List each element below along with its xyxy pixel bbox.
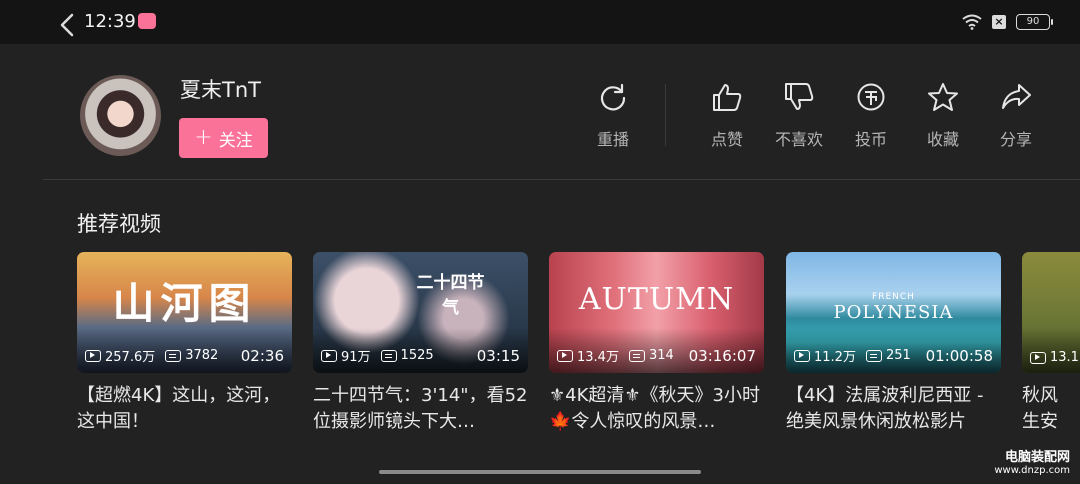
danmaku-icon: [628, 349, 645, 362]
view-count: 13.1: [1050, 350, 1079, 365]
video-meta: 257.6万 3782 02:36: [85, 346, 284, 365]
coin-icon: [857, 83, 885, 111]
play-count-icon: [794, 349, 810, 362]
home-indicator[interactable]: [379, 470, 701, 474]
wifi-icon: [962, 14, 982, 30]
status-icons: × 90: [962, 12, 1053, 32]
video-card[interactable]: AUTUMN 13.4万 314 03:16:07 ⚜4K超清⚜《秋天》3小时🍁…: [549, 252, 764, 435]
favorite-label: 收藏: [926, 130, 959, 149]
video-card[interactable]: FRENCH POLYNESIA 11.2万 251 01:00:58 【4K】…: [786, 252, 1001, 435]
like-label: 点赞: [710, 130, 743, 149]
back-chevron-icon[interactable]: [58, 12, 78, 38]
share-icon: [1002, 84, 1031, 109]
danmaku-icon: [380, 349, 397, 362]
app-badge-icon: [138, 13, 156, 29]
thumbs-up-icon: [713, 84, 742, 111]
view-count: 257.6万: [105, 350, 156, 365]
video-meta: 11.2万 251 01:00:58: [794, 346, 993, 365]
video-title: 【4K】法属波利尼西亚 - 绝美风景休闲放松影片: [786, 385, 984, 432]
plus-icon: +: [194, 125, 213, 150]
video-card[interactable]: 13.1 秋风生安: [1022, 252, 1080, 435]
follow-label: 关注: [218, 130, 253, 151]
video-title: 秋风生安: [1022, 385, 1058, 432]
view-count: 13.4万: [577, 350, 619, 365]
video-thumbnail: AUTUMN 13.4万 314 03:16:07: [549, 252, 764, 373]
video-thumbnail: 13.1: [1022, 252, 1080, 373]
star-icon: [928, 83, 958, 111]
video-title: 二十四节气：3'14"，看52位摄影师镜头下大…: [313, 385, 528, 432]
uploader-avatar[interactable]: [80, 75, 161, 156]
dislike-button[interactable]: 不喜欢: [764, 82, 834, 150]
danmaku-icon: [865, 349, 882, 362]
play-count-icon: [85, 349, 101, 362]
video-duration: 03:16:07: [688, 346, 756, 365]
video-card[interactable]: 二十四节气 91万 1525 03:15 二十四节气：3'14"，看52位摄影师…: [313, 252, 528, 435]
thumbnail-caption: POLYNESIA: [833, 302, 954, 323]
section-divider: [43, 179, 1080, 180]
view-count: 11.2万: [814, 350, 856, 365]
replay-label: 重播: [596, 130, 629, 149]
video-card[interactable]: 山河图 257.6万 3782 02:36 【超燃4K】这山，这河，这中国！: [77, 252, 292, 435]
danmaku-icon: [165, 349, 182, 362]
video-thumbnail: 山河图 257.6万 3782 02:36: [77, 252, 292, 373]
danmaku-count: 314: [648, 348, 674, 363]
status-bar: 12:39 × 90: [0, 0, 1080, 44]
video-thumbnail: 二十四节气 91万 1525 03:15: [313, 252, 528, 373]
coin-label: 投币: [854, 130, 887, 149]
follow-button[interactable]: + 关注: [179, 118, 268, 158]
dislike-label: 不喜欢: [774, 130, 823, 149]
like-button[interactable]: 点赞: [692, 82, 762, 150]
play-count-icon: [557, 349, 573, 362]
danmaku-count: 3782: [185, 348, 219, 363]
watermark-url: www.dnzp.com: [994, 465, 1070, 476]
thumbnail-caption-small: FRENCH: [872, 292, 915, 302]
section-title: 推荐视频: [77, 212, 161, 236]
coin-button[interactable]: 投币: [836, 82, 906, 150]
video-meta: 13.4万 314 03:16:07: [557, 346, 756, 365]
video-title: 【超燃4K】这山，这河，这中国！: [77, 385, 281, 432]
replay-button[interactable]: 重播: [578, 82, 648, 150]
status-time: 12:39: [84, 11, 136, 32]
thumbs-down-icon: [785, 83, 814, 110]
video-title: ⚜4K超清⚜《秋天》3小时🍁令人惊叹的风景…: [549, 385, 760, 432]
watermark-title: 电脑装配网: [1004, 450, 1070, 465]
thumbnail-caption: 二十四节气: [416, 273, 485, 318]
action-divider: [665, 84, 666, 146]
favorite-button[interactable]: 收藏: [908, 82, 978, 150]
danmaku-count: 251: [885, 348, 911, 363]
share-button[interactable]: 分享: [981, 82, 1051, 150]
watermark: 电脑装配网 www.dnzp.com: [994, 446, 1070, 476]
no-sim-icon: ×: [992, 15, 1006, 29]
video-meta: 91万 1525 03:15: [321, 346, 520, 365]
view-count: 91万: [341, 350, 371, 365]
video-duration: 03:15: [476, 346, 520, 365]
share-label: 分享: [999, 130, 1032, 149]
replay-icon: [600, 83, 626, 111]
video-duration: 01:00:58: [925, 346, 993, 365]
thumbnail-caption: 山河图: [112, 279, 257, 328]
danmaku-count: 1525: [400, 348, 434, 363]
play-count-icon: [321, 349, 337, 362]
uploader-name[interactable]: 夏末TnT: [180, 74, 261, 104]
battery-indicator: 90: [1016, 14, 1053, 30]
video-duration: 02:36: [240, 346, 284, 365]
video-thumbnail: FRENCH POLYNESIA 11.2万 251 01:00:58: [786, 252, 1001, 373]
thumbnail-caption: AUTUMN: [578, 282, 735, 317]
video-meta: 13.1: [1030, 350, 1080, 365]
play-count-icon: [1030, 351, 1046, 364]
